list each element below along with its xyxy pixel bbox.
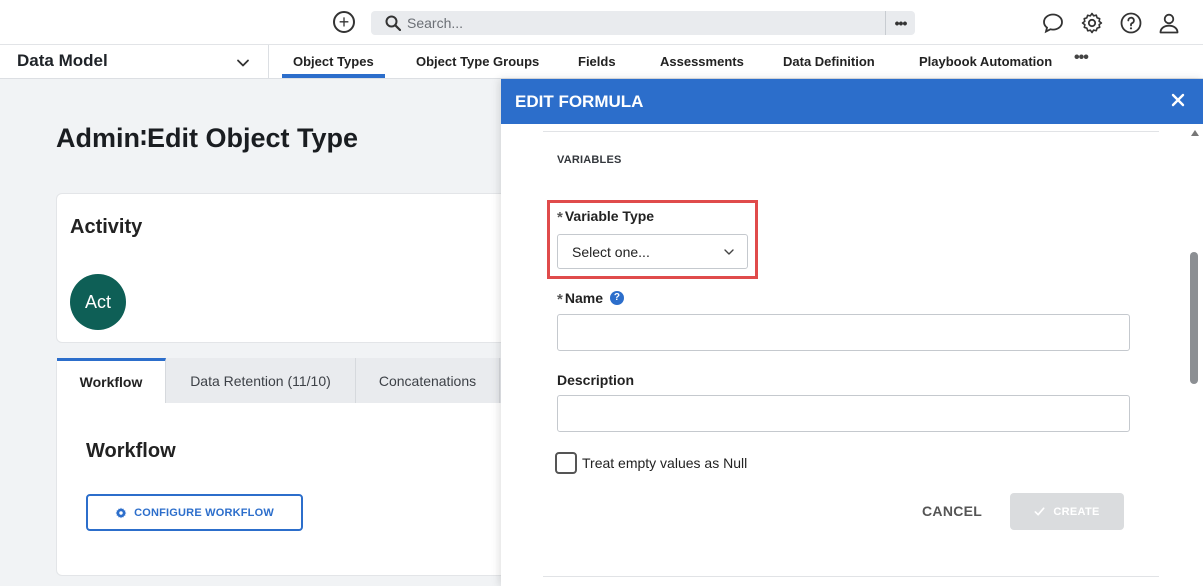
chevron-down-icon <box>724 249 734 255</box>
nav-more-button[interactable]: ••• <box>1074 49 1089 67</box>
user-icon[interactable] <box>1157 11 1181 35</box>
nav-tab-playbook-automation[interactable]: Playbook Automation <box>919 54 1052 69</box>
nav-tab-object-type-groups[interactable]: Object Type Groups <box>416 54 539 69</box>
help-icon[interactable]: ? <box>609 290 624 305</box>
gear-icon[interactable] <box>1080 11 1104 35</box>
name-label-text: Name <box>564 289 603 306</box>
nav-tab-object-types[interactable]: Object Types <box>282 54 385 78</box>
modal-body: VARIABLES * Variable Type Select one... … <box>501 124 1187 586</box>
required-mark: * <box>557 209 563 226</box>
create-label: CREATE <box>1053 505 1100 518</box>
variable-type-select[interactable]: Select one... <box>557 234 748 269</box>
modal-title: EDIT FORMULA <box>515 92 644 111</box>
name-input[interactable] <box>557 314 1130 351</box>
search-icon <box>385 15 401 31</box>
search-bar[interactable]: Search... ••• <box>371 11 915 35</box>
module-selector[interactable]: Data Model <box>0 45 269 79</box>
treat-null-checkbox[interactable] <box>555 452 577 474</box>
workflow-card: Workflow Data Retention (11/10) Concaten… <box>56 358 517 576</box>
module-label: Data Model <box>17 51 108 70</box>
description-label: Description <box>557 372 635 388</box>
chat-icon[interactable] <box>1041 11 1065 35</box>
check-icon <box>1034 507 1045 516</box>
close-icon[interactable] <box>1170 92 1186 108</box>
configure-workflow-button[interactable]: CONFIGURE WORKFLOW <box>86 494 303 531</box>
page-title: Admin∶Edit Object Type <box>56 123 359 153</box>
chevron-down-icon[interactable] <box>235 55 251 71</box>
scroll-up-arrow-icon[interactable] <box>1191 130 1199 136</box>
modal-scrollbar[interactable] <box>1187 124 1203 586</box>
tab-concatenations[interactable]: Concatenations <box>356 358 500 403</box>
required-mark: * <box>557 291 563 308</box>
cancel-button[interactable]: CANCEL <box>922 503 982 519</box>
workflow-section-title: Workflow <box>86 440 176 462</box>
edit-formula-panel: EDIT FORMULA VARIABLES * Variable Type S… <box>501 79 1203 586</box>
description-input[interactable] <box>557 395 1130 432</box>
object-tabs: Workflow Data Retention (11/10) Concaten… <box>57 358 517 403</box>
name-label: * Name ? <box>557 289 624 308</box>
variable-type-label: * Variable Type <box>557 207 655 227</box>
nav-bar: Data Model Object Types Object Type Grou… <box>0 45 1203 79</box>
divider <box>543 131 1159 132</box>
create-button[interactable]: CREATE <box>1010 493 1124 530</box>
treat-null-label: Treat empty values as Null <box>582 455 748 471</box>
search-more-button[interactable]: ••• <box>885 11 915 35</box>
help-icon[interactable] <box>1119 11 1143 35</box>
search-input[interactable]: Search... <box>407 15 463 31</box>
scroll-thumb[interactable] <box>1190 252 1198 384</box>
top-bar: + Search... ••• <box>0 0 1203 45</box>
tab-data-retention[interactable]: Data Retention (11/10) <box>166 358 356 403</box>
configure-workflow-label: CONFIGURE WORKFLOW <box>134 506 274 519</box>
variable-type-label-text: Variable Type <box>564 207 655 224</box>
modal-header: EDIT FORMULA <box>501 79 1203 124</box>
divider <box>543 576 1159 577</box>
activity-card: Activity Act <box>56 193 516 343</box>
variable-type-value: Select one... <box>572 243 650 260</box>
avatar: Act <box>70 274 126 330</box>
nav-tab-assessments[interactable]: Assessments <box>660 54 744 69</box>
plus-circle-icon[interactable]: + <box>333 11 355 33</box>
tab-workflow[interactable]: Workflow <box>57 358 166 403</box>
gear-icon <box>115 507 127 518</box>
activity-title: Activity <box>70 216 143 238</box>
variables-section-label: VARIABLES <box>557 154 622 166</box>
nav-tab-data-definition[interactable]: Data Definition <box>783 54 875 69</box>
nav-tab-fields[interactable]: Fields <box>578 54 616 69</box>
